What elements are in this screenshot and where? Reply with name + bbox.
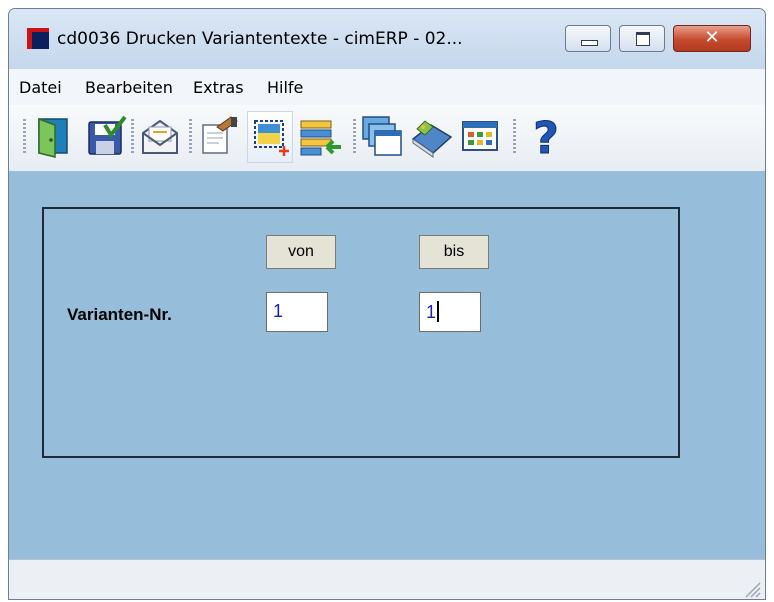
svg-text:?: ? [533, 113, 559, 159]
column-header-von: von [266, 235, 336, 269]
toolbar-grip[interactable] [23, 119, 26, 153]
text-caret [437, 301, 440, 322]
from-value: 1 [273, 301, 284, 321]
form-area [9, 171, 765, 559]
edit-document-icon[interactable] [195, 113, 241, 159]
import-list-icon[interactable] [297, 113, 343, 159]
selection-panel [42, 207, 680, 458]
toolbar: ? [9, 105, 765, 172]
exit-door-icon[interactable] [31, 113, 77, 159]
help-icon[interactable]: ? [523, 113, 569, 159]
windows-stack-icon[interactable] [359, 113, 405, 159]
save-check-icon[interactable] [83, 113, 129, 159]
app-window: cd0036 Drucken Variantentexte - cimERP -… [8, 8, 766, 600]
column-header-bis: bis [419, 235, 489, 269]
minimize-icon [581, 40, 598, 46]
mail-envelope-icon[interactable] [137, 113, 183, 159]
menu-extras[interactable]: Extras [193, 78, 244, 97]
toolbar-separator [353, 119, 356, 153]
varianten-nr-to-input[interactable]: 1 [419, 292, 481, 332]
title-bar[interactable]: cd0036 Drucken Variantentexte - cimERP -… [9, 9, 765, 69]
window-title: cd0036 Drucken Variantentexte - cimERP -… [57, 29, 463, 49]
maximize-button[interactable] [619, 25, 665, 52]
toolbar-separator [513, 119, 516, 153]
book-tag-icon[interactable] [409, 113, 455, 159]
menu-datei[interactable]: Datei [19, 78, 62, 97]
menu-hilfe[interactable]: Hilfe [267, 78, 303, 97]
maximize-icon [636, 32, 650, 46]
app-logo-icon[interactable] [27, 28, 49, 49]
menu-bar: Datei Bearbeiten Extras Hilfe [9, 69, 765, 106]
status-bar [9, 559, 765, 599]
table-grid-icon[interactable] [457, 113, 503, 159]
toolbar-separator [131, 119, 134, 153]
toolbar-separator [189, 119, 192, 153]
close-icon: ✕ [704, 27, 720, 48]
resize-grip-icon[interactable] [741, 578, 761, 598]
new-record-icon[interactable] [247, 111, 293, 163]
varianten-nr-from-input[interactable]: 1 [266, 292, 328, 332]
close-button[interactable]: ✕ [673, 25, 751, 52]
minimize-button[interactable] [565, 25, 611, 52]
to-value: 1 [426, 302, 437, 322]
menu-bearbeiten[interactable]: Bearbeiten [85, 78, 173, 97]
varianten-nr-label: Varianten-Nr. [67, 305, 172, 324]
